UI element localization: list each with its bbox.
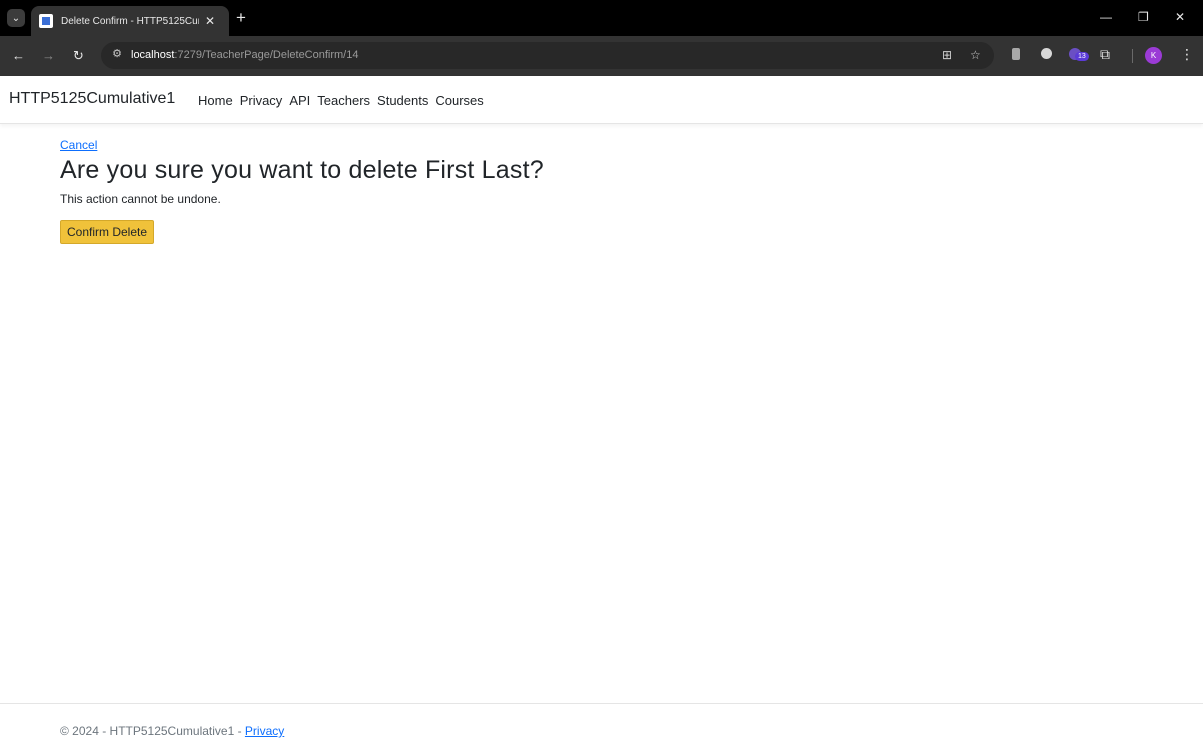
minimize-icon[interactable]: —: [1100, 10, 1112, 24]
main-content: Cancel Are you sure you want to delete F…: [60, 138, 544, 244]
toolbar-divider: [1132, 49, 1133, 63]
new-tab-icon[interactable]: +: [236, 8, 246, 28]
forward-icon[interactable]: →: [42, 48, 55, 63]
nav-courses[interactable]: Courses: [435, 93, 483, 108]
tab-title: Delete Confirm - HTTP5125Cumulative1: [61, 15, 199, 27]
footer-privacy-link[interactable]: Privacy: [245, 724, 284, 738]
url-text: localhost:7279/TeacherPage/DeleteConfirm…: [131, 49, 359, 61]
copyright-text: © 2024 - HTTP5125Cumulative1 -: [60, 724, 245, 738]
nav-home[interactable]: Home: [198, 93, 233, 108]
tab-search-icon[interactable]: ⌄: [7, 9, 25, 27]
restore-icon[interactable]: ❐: [1138, 10, 1149, 24]
page-favicon-icon: [39, 14, 53, 28]
nav-api[interactable]: API: [289, 93, 310, 108]
nav-privacy[interactable]: Privacy: [240, 93, 283, 108]
reload-icon[interactable]: ↻: [73, 48, 84, 64]
profile-avatar[interactable]: K: [1145, 47, 1162, 64]
browser-toolbar: ← → ↻ ⚙ localhost:7279/TeacherPage/Delet…: [0, 36, 1203, 76]
confirm-delete-button[interactable]: Confirm Delete: [60, 220, 155, 244]
extension-leaf-icon[interactable]: [1012, 48, 1020, 60]
site-brand[interactable]: HTTP5125Cumulative1: [9, 90, 175, 108]
site-nav: Home Privacy API Teachers Students Cours…: [198, 93, 491, 108]
warning-text: This action cannot be undone.: [60, 192, 221, 206]
translate-icon[interactable]: ⊞: [942, 48, 952, 62]
site-info-icon[interactable]: ⚙: [109, 47, 125, 63]
browser-menu-icon[interactable]: ⋮: [1180, 46, 1194, 63]
bookmark-star-icon[interactable]: ☆: [970, 48, 981, 62]
extension-circle-icon[interactable]: [1041, 48, 1052, 59]
close-window-icon[interactable]: ✕: [1175, 10, 1185, 24]
cancel-link[interactable]: Cancel: [60, 138, 544, 152]
extensions-puzzle-icon[interactable]: ⧉: [1100, 46, 1110, 63]
back-icon[interactable]: ←: [12, 48, 25, 63]
page-title: Are you sure you want to delete First La…: [60, 156, 544, 184]
address-bar[interactable]: ⚙ localhost:7279/TeacherPage/DeleteConfi…: [101, 42, 994, 69]
extension-count-badge: 13: [1075, 52, 1089, 61]
browser-tab-strip: ⌄ Delete Confirm - HTTP5125Cumulative1 ✕…: [0, 0, 1203, 36]
close-tab-icon[interactable]: ✕: [205, 14, 215, 28]
site-footer: © 2024 - HTTP5125Cumulative1 - Privacy: [0, 703, 1203, 753]
browser-tab-active[interactable]: Delete Confirm - HTTP5125Cumulative1 ✕: [31, 6, 229, 36]
footer-text: © 2024 - HTTP5125Cumulative1 - Privacy: [60, 724, 284, 738]
nav-teachers[interactable]: Teachers: [317, 93, 370, 108]
site-navbar: HTTP5125Cumulative1 Home Privacy API Tea…: [0, 76, 1203, 124]
nav-students[interactable]: Students: [377, 93, 428, 108]
